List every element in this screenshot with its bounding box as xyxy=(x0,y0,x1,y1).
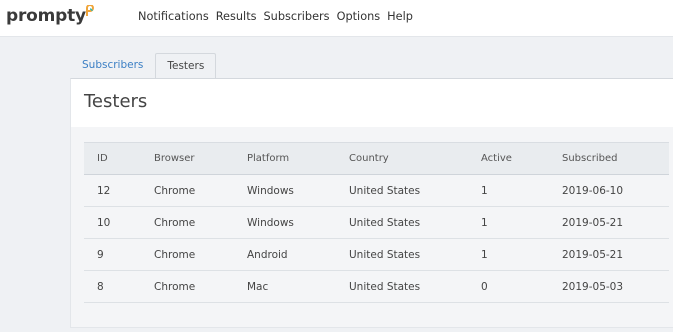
col-header-platform[interactable]: Platform xyxy=(234,143,336,175)
cell-platform: Mac xyxy=(247,280,269,293)
nav-options[interactable]: Options xyxy=(337,10,381,23)
cell-active: 1 xyxy=(481,248,488,261)
panel-header: Testers xyxy=(71,79,673,127)
table-row[interactable]: 8 Chrome Mac United States 0 2019-05-03 xyxy=(84,271,669,303)
cell-country: United States xyxy=(349,248,421,261)
tab-subscribers[interactable]: Subscribers xyxy=(70,52,155,78)
brand-logo[interactable]: prompty xyxy=(6,6,86,26)
cell-country: United States xyxy=(349,184,421,197)
cell-active: 1 xyxy=(481,184,488,197)
nav-results[interactable]: Results xyxy=(216,10,257,23)
col-header-id[interactable]: ID xyxy=(84,143,141,175)
cell-id: 8 xyxy=(97,280,104,293)
cell-country: United States xyxy=(349,280,421,293)
cell-browser: Chrome xyxy=(154,280,196,293)
page-title: Testers xyxy=(84,91,148,112)
col-header-browser[interactable]: Browser xyxy=(141,143,234,175)
table-row[interactable]: 12 Chrome Windows United States 1 2019-0… xyxy=(84,175,669,207)
col-header-active[interactable]: Active xyxy=(468,143,549,175)
cell-subscribed: 2019-05-21 xyxy=(562,216,624,229)
cell-country: United States xyxy=(349,216,421,229)
cell-platform: Windows xyxy=(247,184,294,197)
cell-platform: Windows xyxy=(247,216,294,229)
table-row[interactable]: 9 Chrome Android United States 1 2019-05… xyxy=(84,239,669,271)
cell-active: 1 xyxy=(481,216,488,229)
cell-subscribed: 2019-06-10 xyxy=(562,184,624,197)
cell-id: 12 xyxy=(97,184,111,197)
prompty-logo-icon xyxy=(86,5,94,16)
cell-platform: Android xyxy=(247,248,288,261)
cell-id: 10 xyxy=(97,216,111,229)
cell-subscribed: 2019-05-03 xyxy=(562,280,624,293)
col-header-country[interactable]: Country xyxy=(336,143,468,175)
cell-browser: Chrome xyxy=(154,216,196,229)
testers-table: ID Browser Platform Country Active Subsc… xyxy=(84,142,669,303)
cell-browser: Chrome xyxy=(154,248,196,261)
nav-help[interactable]: Help xyxy=(387,10,413,23)
top-navbar: prompty Notifications Results Subscriber… xyxy=(0,0,673,37)
nav-notifications[interactable]: Notifications xyxy=(138,10,209,23)
nav-subscribers[interactable]: Subscribers xyxy=(264,10,330,23)
col-header-subscribed[interactable]: Subscribed xyxy=(549,143,669,175)
cell-browser: Chrome xyxy=(154,184,196,197)
cell-id: 9 xyxy=(97,248,104,261)
main-nav: Notifications Results Subscribers Option… xyxy=(138,10,420,23)
cell-subscribed: 2019-05-21 xyxy=(562,248,624,261)
table-row[interactable]: 10 Chrome Windows United States 1 2019-0… xyxy=(84,207,669,239)
cell-active: 0 xyxy=(481,280,488,293)
tab-bar: Subscribers Testers xyxy=(70,52,217,80)
tab-testers[interactable]: Testers xyxy=(155,53,217,80)
table-header-row: ID Browser Platform Country Active Subsc… xyxy=(84,142,669,175)
testers-panel: Testers ID Browser Platform Country Acti… xyxy=(70,78,673,328)
